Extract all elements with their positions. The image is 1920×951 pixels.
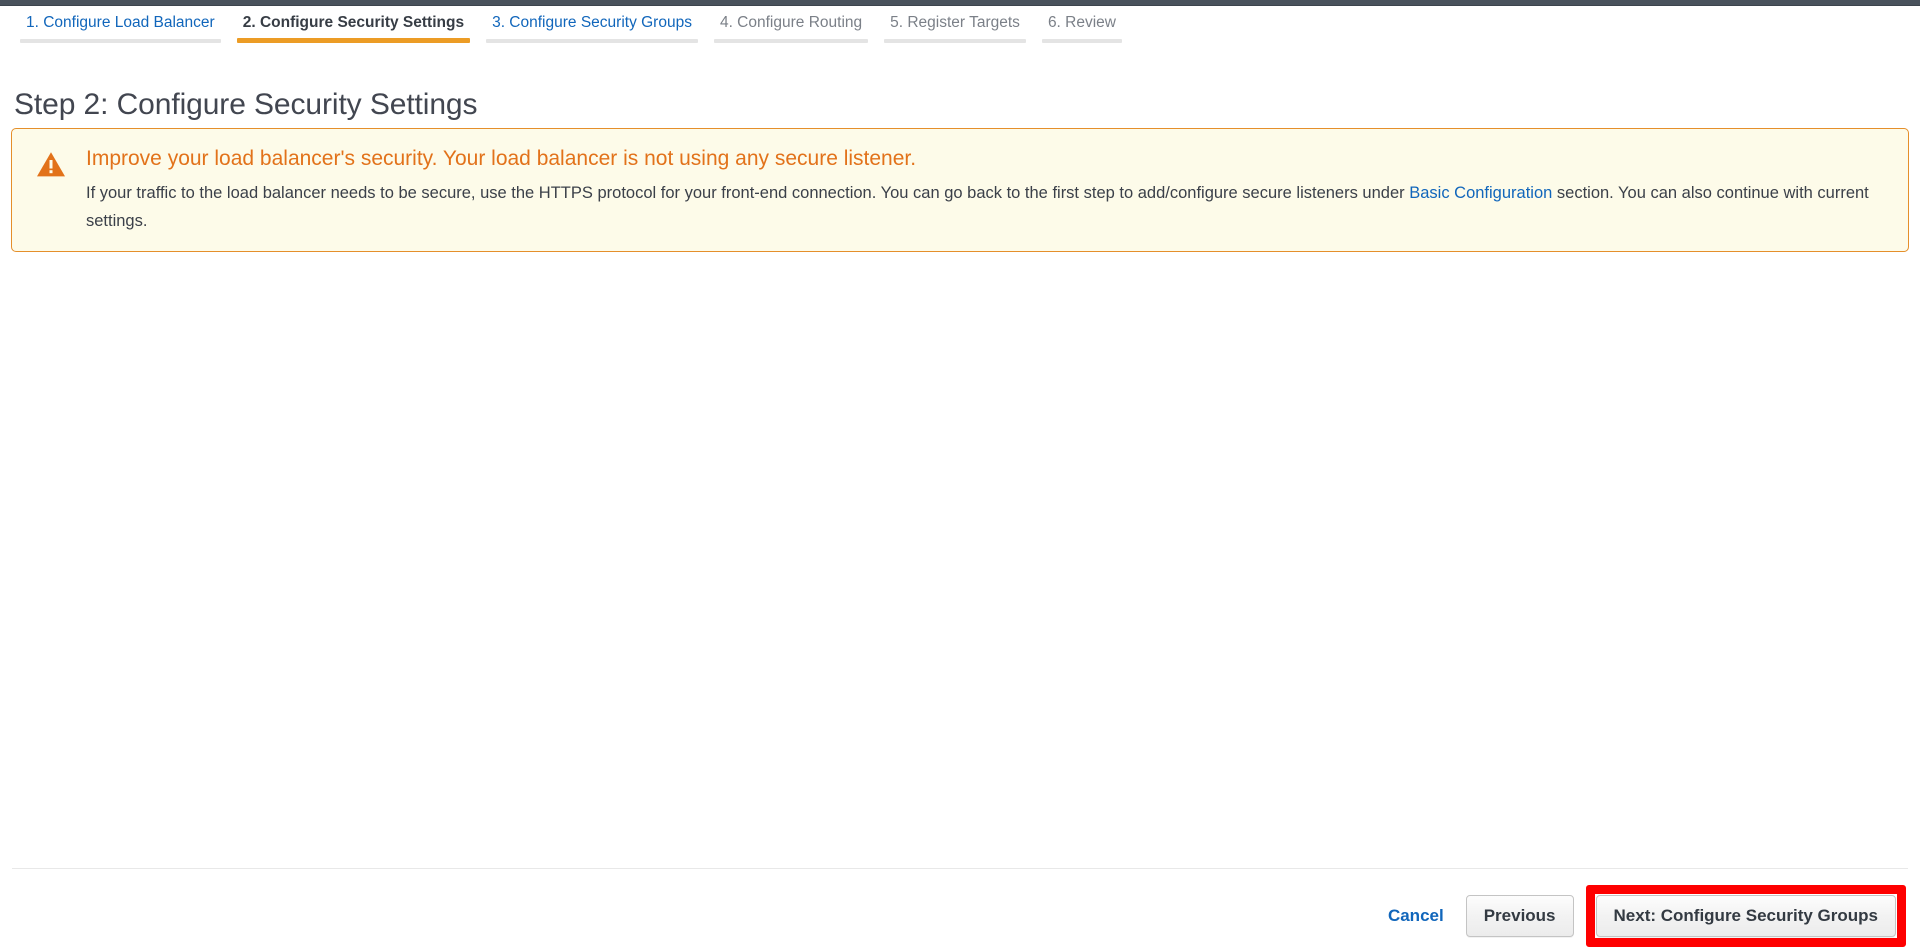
wizard-step-3-configure-security-groups[interactable]: 3. Configure Security Groups <box>478 7 706 49</box>
wizard-step-label: 3. Configure Security Groups <box>492 14 692 31</box>
wizard-step-4-configure-routing: 4. Configure Routing <box>706 7 876 49</box>
alert-heading: Improve your load balancer's security. Y… <box>86 147 917 170</box>
next-button-highlight: Next: Configure Security Groups <box>1585 884 1906 947</box>
wizard-step-label: 4. Configure Routing <box>719 14 863 31</box>
footer-divider <box>12 868 1908 869</box>
wizard-step-underline <box>486 39 698 43</box>
wizard-step-underline <box>713 39 869 43</box>
warning-triangle-icon <box>36 145 76 235</box>
wizard-step-tabs: 1. Configure Load Balancer 2. Configure … <box>0 7 1920 49</box>
wizard-step-5-register-targets: 5. Register Targets <box>876 7 1034 49</box>
wizard-step-2-configure-security-settings[interactable]: 2. Configure Security Settings <box>229 7 478 49</box>
wizard-step-label: 1. Configure Load Balancer <box>26 14 215 31</box>
next-configure-security-groups-button[interactable]: Next: Configure Security Groups <box>1595 894 1896 937</box>
wizard-step-label: 5. Register Targets <box>890 14 1020 31</box>
wizard-step-underline <box>1041 39 1122 43</box>
page-title: Step 2: Configure Security Settings <box>14 88 478 122</box>
security-warning-alert: Improve your load balancer's security. Y… <box>11 128 1909 252</box>
wizard-step-underline <box>20 39 221 43</box>
wizard-step-label: 2. Configure Security Settings <box>242 14 465 31</box>
alert-description: If your traffic to the load balancer nee… <box>86 179 1890 235</box>
cancel-button[interactable]: Cancel <box>1388 906 1444 926</box>
basic-configuration-link[interactable]: Basic Configuration <box>1409 184 1552 202</box>
wizard-step-underline-active <box>236 38 471 43</box>
wizard-step-6-review: 6. Review <box>1034 7 1130 49</box>
wizard-action-bar: Cancel Previous Next: Configure Security… <box>0 880 1920 951</box>
alert-text-before-link: If your traffic to the load balancer nee… <box>86 184 1405 202</box>
elb-wizard-page: 1. Configure Load Balancer 2. Configure … <box>0 0 1920 951</box>
previous-button[interactable]: Previous <box>1465 894 1574 937</box>
alert-body: Improve your load balancer's security. Y… <box>76 145 1890 235</box>
wizard-step-label: 6. Review <box>1047 14 1116 31</box>
console-top-navbar <box>0 0 1920 6</box>
wizard-step-1-configure-load-balancer[interactable]: 1. Configure Load Balancer <box>12 7 229 49</box>
wizard-step-underline <box>884 39 1026 43</box>
